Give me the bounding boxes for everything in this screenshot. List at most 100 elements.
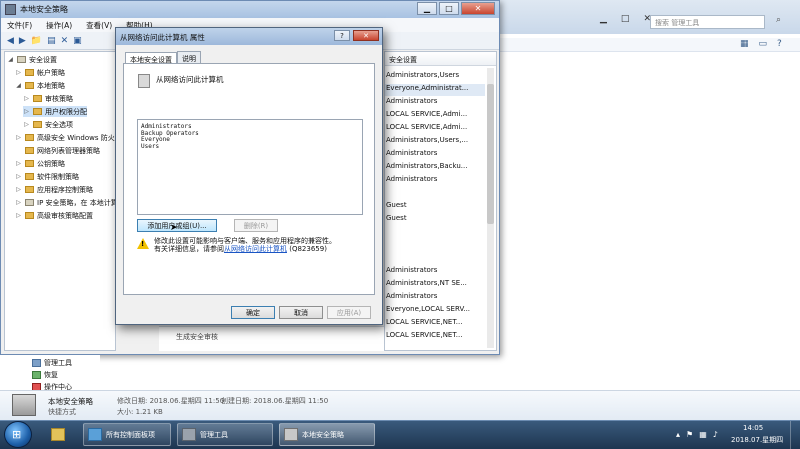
taskbar-button-label: 所有控制面板项	[106, 430, 155, 439]
taskbar-admin-tools[interactable]: 管理工具	[177, 423, 273, 446]
folder-icon	[33, 95, 42, 102]
list-item[interactable]: Administrators	[385, 149, 437, 161]
expand-icon[interactable]: ▷	[15, 134, 22, 141]
expand-icon[interactable]: ▷	[15, 173, 22, 180]
vertical-scrollbar[interactable]	[487, 68, 494, 348]
help-icon[interactable]: ?	[777, 39, 782, 49]
scrollbar-thumb[interactable]	[487, 84, 494, 224]
properties-icon[interactable]: ▣	[73, 36, 82, 46]
show-hidden-icons-icon[interactable]: ▴	[676, 430, 680, 439]
maximize-button[interactable]: □	[439, 2, 459, 15]
collapse-icon[interactable]: ◢	[15, 82, 22, 89]
policy-row-label[interactable]: 生成安全审核	[176, 332, 218, 342]
details-modified-date: 修改日期: 2018.06.星期四 11:50	[117, 397, 225, 405]
expand-icon[interactable]: ▷	[23, 121, 30, 128]
collapse-icon[interactable]: ◢	[7, 56, 14, 63]
remove-button[interactable]: 删除(R)	[234, 219, 278, 232]
list-item[interactable]	[385, 227, 386, 239]
list-item[interactable]: Administrators	[385, 175, 437, 187]
list-item[interactable]: Administrators,Users	[385, 71, 459, 83]
list-item[interactable]: Administrators	[385, 292, 437, 304]
list-item[interactable]: Administrators,NT SE...	[385, 279, 467, 291]
tree-item-account-policies[interactable]: ▷ 帐户策略	[15, 67, 65, 78]
show-tree-icon[interactable]: ▤	[47, 36, 56, 46]
members-list[interactable]: Administrators Backup Operators Everyone…	[137, 119, 363, 215]
network-icon[interactable]: ▦	[699, 430, 707, 439]
taskbar-explorer-pin[interactable]	[44, 423, 72, 446]
explorer-view-controls: ▦ ▭ ?	[740, 39, 782, 49]
list-item[interactable]: Everyone,LOCAL SERV...	[385, 305, 470, 317]
tree-item-user-rights-assignment[interactable]: ▷ 用户权限分配	[23, 106, 87, 117]
tree-item-security-options[interactable]: ▷ 安全选项	[23, 119, 73, 130]
column-header-security-setting[interactable]: 安全设置	[385, 52, 496, 66]
close-button[interactable]: ✕	[353, 30, 379, 41]
tree-item-audit-policy[interactable]: ▷ 审核策略	[23, 93, 73, 104]
tree-item-local-policies[interactable]: ◢ 本地策略	[15, 80, 65, 91]
apply-button[interactable]: 应用(A)	[327, 306, 371, 319]
show-desktop-button[interactable]	[790, 421, 800, 449]
list-item[interactable]: Guest	[385, 214, 407, 226]
preview-pane-icon[interactable]: ▭	[759, 39, 768, 49]
expand-icon[interactable]: ▷	[15, 186, 22, 193]
delete-icon[interactable]: ✕	[61, 36, 69, 46]
details-file-size: 大小: 1.21 KB	[117, 408, 163, 416]
expand-icon[interactable]: ▷	[15, 212, 22, 219]
minimize-button[interactable]: ▁	[417, 2, 437, 15]
maximize-icon[interactable]: □	[621, 14, 630, 24]
expand-icon[interactable]: ▷	[23, 108, 30, 115]
tree-item-firewall[interactable]: ▷ 高级安全 Windows 防火墙	[15, 132, 116, 143]
tree-item-public-key[interactable]: ▷ 公钥策略	[15, 158, 65, 169]
list-item[interactable]: Administrators	[385, 97, 437, 109]
search-input[interactable]: 搜索 管理工具	[650, 15, 765, 29]
list-item[interactable]: Administrators,Backu...	[385, 162, 467, 174]
expand-icon[interactable]: ▷	[15, 160, 22, 167]
list-item[interactable]: LOCAL SERVICE,Admi...	[385, 123, 467, 135]
tree-item-advanced-audit[interactable]: ▷ 高级审核策略配置	[15, 210, 93, 221]
ok-button[interactable]: 确定	[231, 306, 275, 319]
tree-item-security-settings[interactable]: ◢ 安全设置	[7, 54, 57, 65]
list-item[interactable]	[385, 240, 386, 252]
nav-item-recovery[interactable]: 恢复	[32, 370, 58, 380]
back-arrow-icon[interactable]: ◀	[7, 36, 14, 46]
list-item[interactable]: LOCAL SERVICE,NET...	[385, 331, 462, 343]
expand-icon[interactable]: ▷	[15, 69, 22, 76]
clock-date[interactable]: 2018.07.星期四	[731, 435, 783, 445]
nav-item-admin-tools[interactable]: 管理工具	[32, 358, 72, 368]
minimize-icon[interactable]: ▁	[600, 14, 607, 24]
taskbar-local-security-policy[interactable]: 本地安全策略	[279, 423, 375, 446]
close-button[interactable]: ✕	[461, 2, 495, 15]
volume-icon[interactable]: ♪	[713, 430, 718, 439]
list-item[interactable]: Users	[141, 143, 359, 151]
clock-time[interactable]: 14:05	[743, 424, 763, 432]
flag-icon[interactable]: ⚑	[686, 430, 693, 439]
help-link[interactable]: 从网络访问此计算机	[224, 245, 287, 253]
list-item[interactable]: Everyone,Administrat...	[385, 84, 485, 96]
list-item[interactable]: Administrators,Users,...	[385, 136, 468, 148]
list-item[interactable]: LOCAL SERVICE,Admi...	[385, 110, 467, 122]
up-folder-icon[interactable]: 📁	[31, 36, 42, 46]
tree-item-software-restriction[interactable]: ▷ 软件限制策略	[15, 171, 79, 182]
tree-item-label: 高级安全 Windows 防火墙	[37, 133, 116, 142]
help-button[interactable]: ?	[334, 30, 350, 41]
expand-icon[interactable]: ▷	[23, 95, 30, 102]
expand-icon[interactable]: ▷	[15, 199, 22, 206]
list-item[interactable]: Guest	[385, 201, 407, 213]
nav-item-label: 管理工具	[44, 359, 72, 367]
mouse-cursor-icon: ➤	[170, 223, 178, 233]
tree-item-network-list[interactable]: 网络列表管理器策略	[15, 145, 100, 156]
list-item[interactable]: LOCAL SERVICE,NET...	[385, 318, 462, 330]
menu-view[interactable]: 查看(V)	[86, 20, 112, 31]
tree-item-ip-security[interactable]: ▷ IP 安全策略，在 本地计算机	[15, 197, 116, 208]
cancel-button[interactable]: 取消	[279, 306, 323, 319]
tree-item-app-control[interactable]: ▷ 应用程序控制策略	[15, 184, 93, 195]
taskbar-control-panel[interactable]: 所有控制面板项	[83, 423, 171, 446]
list-item[interactable]: Administrators	[385, 266, 437, 278]
menu-file[interactable]: 文件(F)	[7, 20, 32, 31]
list-item[interactable]	[385, 188, 386, 200]
explorer-nav-pane: 管理工具 恢复 操作中心	[0, 355, 100, 391]
forward-arrow-icon[interactable]: ▶	[19, 36, 26, 46]
menu-action[interactable]: 操作(A)	[46, 20, 72, 31]
view-options-icon[interactable]: ▦	[740, 39, 749, 49]
search-icon[interactable]: ⌕	[776, 15, 781, 25]
tree-item-label: IP 安全策略，在 本地计算机	[37, 198, 116, 207]
